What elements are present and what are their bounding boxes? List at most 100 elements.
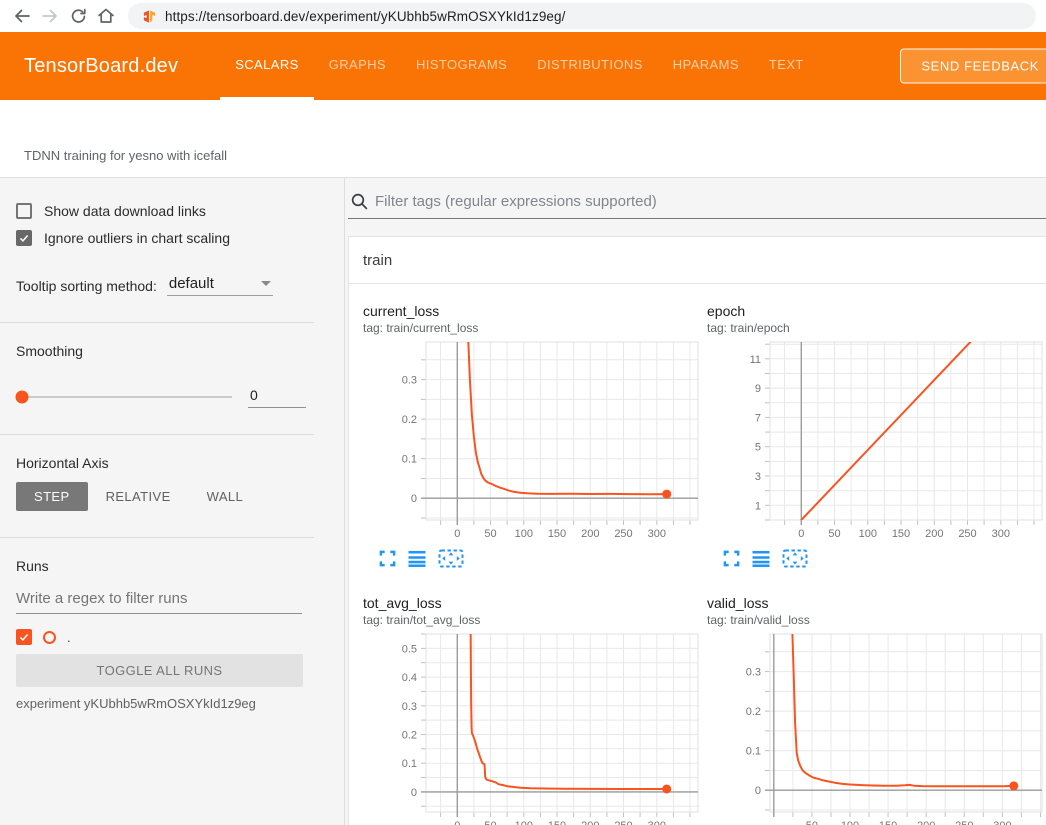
svg-text:5: 5 bbox=[755, 442, 761, 454]
checkbox-unchecked-icon[interactable] bbox=[16, 203, 32, 219]
back-icon[interactable] bbox=[8, 3, 36, 29]
browser-toolbar: https://tensorboard.dev/experiment/yKUbh… bbox=[0, 0, 1046, 32]
axis-button-step[interactable]: STEP bbox=[16, 482, 88, 511]
svg-text:150: 150 bbox=[548, 528, 566, 540]
scalar-chart-card: valid_loss tag: train/valid_loss 5010015… bbox=[707, 595, 1043, 825]
tooltip-sorting-select[interactable]: default bbox=[167, 275, 273, 296]
tab-distributions[interactable]: DISTRIBUTIONS bbox=[522, 32, 658, 100]
reload-icon[interactable] bbox=[64, 3, 92, 29]
svg-text:200: 200 bbox=[925, 528, 943, 540]
svg-text:300: 300 bbox=[992, 528, 1010, 540]
svg-text:150: 150 bbox=[548, 820, 566, 825]
svg-text:300: 300 bbox=[648, 820, 666, 825]
app-title: TensorBoard.dev bbox=[24, 55, 178, 78]
fit-domain-icon[interactable] bbox=[438, 549, 464, 568]
smoothing-label: Smoothing bbox=[16, 343, 328, 359]
svg-text:50: 50 bbox=[484, 528, 496, 540]
svg-text:0.1: 0.1 bbox=[402, 454, 417, 466]
toggle-all-runs-button[interactable]: TOGGLE ALL RUNS bbox=[16, 654, 303, 687]
run-color-circle-icon bbox=[43, 631, 56, 644]
svg-text:0: 0 bbox=[454, 820, 460, 825]
chart-tag: tag: train/tot_avg_loss bbox=[363, 613, 699, 627]
log-scale-icon[interactable] bbox=[408, 550, 426, 567]
smoothing-value-input[interactable] bbox=[248, 385, 306, 408]
smoothing-slider-thumb[interactable] bbox=[16, 390, 29, 403]
tooltip-sorting-value: default bbox=[169, 275, 214, 292]
run-checkbox-checked-icon[interactable] bbox=[16, 629, 32, 645]
show-download-links-checkbox-row[interactable]: Show data download links bbox=[16, 203, 328, 219]
expand-chart-icon[interactable] bbox=[723, 550, 740, 567]
scalar-chart-card: tot_avg_loss tag: train/tot_avg_loss 0 50… bbox=[363, 595, 699, 825]
show-download-links-label: Show data download links bbox=[44, 203, 206, 219]
search-icon bbox=[350, 192, 369, 211]
chart-canvas[interactable]: 05010015020025030000.10.20.30.40.5 bbox=[363, 630, 699, 825]
axis-button-relative[interactable]: RELATIVE bbox=[88, 482, 189, 511]
run-row[interactable]: . bbox=[16, 629, 328, 645]
address-bar[interactable]: https://tensorboard.dev/experiment/yKUbh… bbox=[128, 3, 1036, 29]
svg-text:0.1: 0.1 bbox=[402, 758, 417, 770]
tab-text[interactable]: TEXT bbox=[754, 32, 819, 100]
svg-text:0.3: 0.3 bbox=[402, 375, 417, 387]
expand-chart-icon[interactable] bbox=[379, 550, 396, 567]
svg-text:300: 300 bbox=[648, 528, 666, 540]
tab-histograms[interactable]: HISTOGRAMS bbox=[401, 32, 522, 100]
svg-text:50: 50 bbox=[806, 820, 818, 825]
svg-text:250: 250 bbox=[614, 820, 632, 825]
experiment-title: TDNN training for yesno with icefall bbox=[24, 148, 227, 163]
checkbox-checked-icon[interactable] bbox=[16, 230, 32, 246]
scalar-chart-card: current_loss tag: train/current_loss 050… bbox=[363, 303, 699, 571]
svg-text:150: 150 bbox=[879, 820, 897, 825]
chart-canvas[interactable]: 05010015020025030000.10.20.3 bbox=[363, 338, 699, 543]
fit-domain-icon[interactable] bbox=[782, 549, 808, 568]
tab-hparams[interactable]: HPARAMS bbox=[658, 32, 754, 100]
runs-filter-input[interactable] bbox=[16, 588, 302, 614]
svg-text:200: 200 bbox=[581, 528, 599, 540]
svg-text:0: 0 bbox=[798, 528, 804, 540]
tag-group-header[interactable]: train bbox=[349, 237, 1046, 284]
chart-title: tot_avg_loss bbox=[363, 595, 699, 611]
chart-actions bbox=[363, 545, 699, 571]
svg-text:0.2: 0.2 bbox=[402, 730, 417, 742]
chevron-down-icon bbox=[261, 281, 271, 286]
filter-tags-input[interactable] bbox=[375, 193, 1046, 210]
chart-canvas[interactable]: 5010015020025030000.10.20.3 bbox=[707, 630, 1043, 825]
tab-graphs[interactable]: GRAPHS bbox=[314, 32, 401, 100]
smoothing-slider[interactable] bbox=[16, 396, 232, 398]
svg-text:0: 0 bbox=[755, 785, 761, 797]
url-text: https://tensorboard.dev/experiment/yKUbh… bbox=[165, 9, 566, 24]
ignore-outliers-checkbox-row[interactable]: Ignore outliers in chart scaling bbox=[16, 230, 328, 246]
svg-text:100: 100 bbox=[841, 820, 859, 825]
nav-tabs: SCALARSGRAPHSHISTOGRAMSDISTRIBUTIONSHPAR… bbox=[220, 32, 819, 100]
charts-grid: current_loss tag: train/current_loss 050… bbox=[349, 284, 1046, 825]
svg-text:0.3: 0.3 bbox=[402, 701, 417, 713]
chart-canvas[interactable]: 0501001502002503001357911 bbox=[707, 338, 1043, 543]
svg-text:0.2: 0.2 bbox=[402, 414, 417, 426]
svg-text:200: 200 bbox=[581, 820, 599, 825]
axis-button-wall[interactable]: WALL bbox=[189, 482, 262, 511]
forward-icon[interactable] bbox=[36, 3, 64, 29]
runs-label: Runs bbox=[16, 558, 328, 574]
svg-text:100: 100 bbox=[515, 820, 533, 825]
svg-text:50: 50 bbox=[484, 820, 496, 825]
experiment-id-label: experiment yKUbhb5wRmOSXYkId1z9eg bbox=[16, 696, 328, 711]
svg-text:0.1: 0.1 bbox=[746, 746, 761, 758]
tab-scalars[interactable]: SCALARS bbox=[220, 32, 314, 100]
ignore-outliers-label: Ignore outliers in chart scaling bbox=[44, 230, 230, 246]
scalar-chart-card: epoch tag: train/epoch 05010015020025030… bbox=[707, 303, 1043, 571]
svg-text:300: 300 bbox=[993, 820, 1011, 825]
settings-sidebar: Show data download links Ignore outliers… bbox=[0, 178, 345, 825]
run-name: . bbox=[67, 630, 71, 645]
svg-text:200: 200 bbox=[917, 820, 935, 825]
divider bbox=[0, 434, 314, 435]
svg-text:100: 100 bbox=[515, 528, 533, 540]
horizontal-axis-label: Horizontal Axis bbox=[16, 455, 328, 471]
divider bbox=[0, 537, 314, 538]
svg-text:150: 150 bbox=[892, 528, 910, 540]
send-feedback-button[interactable]: SEND FEEDBACK bbox=[900, 49, 1046, 84]
log-scale-icon[interactable] bbox=[752, 550, 770, 567]
chart-actions bbox=[707, 545, 1043, 571]
svg-text:250: 250 bbox=[958, 528, 976, 540]
svg-text:0.3: 0.3 bbox=[746, 667, 761, 679]
home-icon[interactable] bbox=[92, 3, 120, 29]
svg-text:3: 3 bbox=[755, 471, 761, 483]
